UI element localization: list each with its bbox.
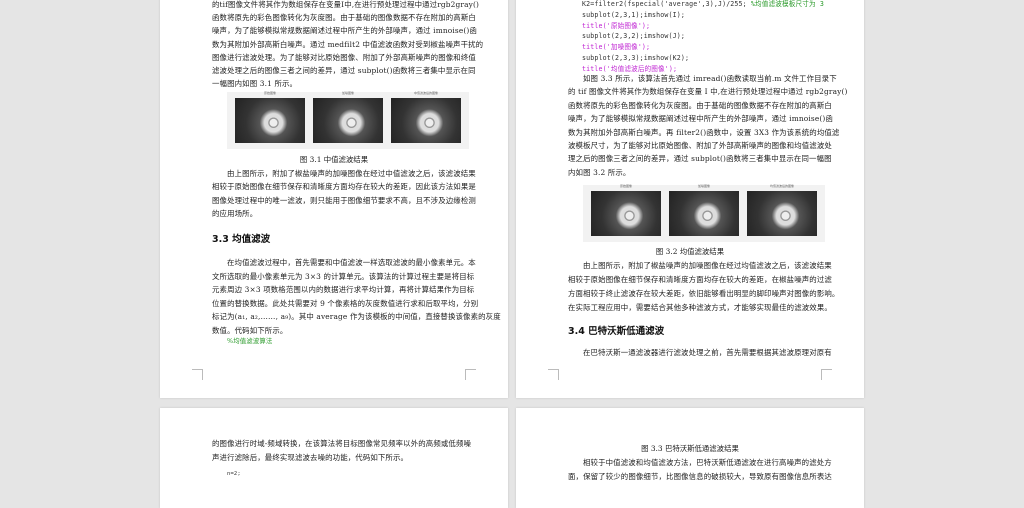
margin-corner-mark xyxy=(821,369,832,380)
margin-corner-mark xyxy=(548,369,559,380)
text-line: 图像进行滤波处理。为了能够对比原始图像、附加了外部高斯噪声的图像和终值 xyxy=(212,52,476,62)
code-line: K2=filter2(fspecial('average',3),J)/255;… xyxy=(582,0,824,10)
code-comment: %均值滤波算法 xyxy=(227,337,273,345)
image-title: 中值滤波后的图像 xyxy=(413,90,438,95)
image-title: 原始图像 xyxy=(619,183,632,188)
code-comment: %均值滤波模板尺寸为 3 xyxy=(750,0,824,8)
code-line: subplot(2,3,3);imshow(K2); xyxy=(582,54,690,62)
figure-caption: 图 3.1 中值滤波结果 xyxy=(299,155,369,164)
text-line: 相较于原始图像在细节保存和清晰度方面均存在较大的差距，在椒盐噪声的过滤 xyxy=(568,275,832,284)
figure-image-strip: 原始图像 加噪图像 均值滤波后的图像 xyxy=(583,184,825,242)
document-page-4[interactable]: 图 3.3 巴特沃斯低通滤波结果相较于中值滤波和均值滤波方法，巴特沃斯低通滤波在… xyxy=(516,408,864,508)
code-line: subplot(2,3,1);imshow(I); xyxy=(582,10,685,19)
text-line: 位置的替换数据。此处共需要对 9 个像素格的灰度数值进行求和后取平均，分别 xyxy=(212,298,479,308)
text-line: 噪声，为了能够模拟常规数据阐述过程中所产生的外部噪声，通过 imnoise()函 xyxy=(212,26,477,36)
text-line: 数为其附加外部高斯白噪声。通过 medfilt2 中值滤波函数对受到椒盐噪声干扰… xyxy=(212,39,484,49)
image-title: 均值滤波后的图像 xyxy=(769,183,794,188)
text-line: 的图像进行时域-频域转换，在该算法将目标图像常见频率以外的高频或低频噪 xyxy=(212,439,472,448)
text-line: 方面相较于终止滤波存在较大差距，依旧能够看出明显的脚印噪声对图像的影响。 xyxy=(568,289,840,298)
margin-corner-mark xyxy=(192,369,203,380)
code-line: subplot(2,3,2);imshow(J); xyxy=(582,32,685,41)
text-line: 一幅图内如图 3.1 所示。 xyxy=(212,79,298,89)
figure-caption: 图 3.2 均值滤波结果 xyxy=(655,247,725,256)
code-text: K2=filter2(fspecial('average',3),J)/255; xyxy=(582,0,751,8)
text-line: 如图 3.3 所示，该算法首先通过 imread()函数读取当前.m 文件工作目… xyxy=(583,74,837,83)
text-line: 在巴特沃斯一通滤波器进行滤波处理之前，首先需要根据其滤波原理对原有 xyxy=(583,348,832,357)
text-line: 在均值滤波过程中，首先需要和中值滤波一样选取滤波的最小像素单元。本 xyxy=(227,258,476,267)
margin-corner-mark xyxy=(558,416,568,426)
text-line: 的 tif 图像文件将其作为数组保存在变量 I 中,在进行预处理过程中通过 rg… xyxy=(568,87,848,97)
code-line: title('原始图像'); xyxy=(582,21,651,30)
document-page-2[interactable]: K2=filter2(fspecial('average',3),J)/255;… xyxy=(516,0,864,398)
image-title: 加噪图像 xyxy=(341,90,354,95)
text-line: 由上图所示，附加了椒盐噪声的加噪图像在经过中值滤波之后，该滤波结果 xyxy=(227,169,476,178)
text-line: 函数将原先的彩色图像转化为灰度图。由于基础的图像数据不存在附加的高斯白 xyxy=(212,13,476,23)
text-line: 元素周边 3×3 项数格范围以内的数据进行求平均计算，再将计算结果作为目标 xyxy=(212,285,475,295)
text-line: 文所选取的最小像素单元为 3×3 的计算单元。该算法的计算过程主要是将目标 xyxy=(212,271,475,281)
document-page-1[interactable]: 的tif图像文件将其作为数组保存在变量I中,在进行预处理过程中通过rgb2gra… xyxy=(160,0,508,398)
text-line: 相较于中值滤波和均值滤波方法，巴特沃斯低通滤波在进行高噪声的滤处方 xyxy=(583,458,832,467)
figure-image-strip: 原始图像 加噪图像 中值滤波后的图像 xyxy=(227,91,469,149)
text-line: 图像处理过程中的唯一滤波，则只能用于图像细节要求不高，且不涉及边缘检测 xyxy=(212,195,476,205)
text-line: 声进行滤除后，最终实现滤波去噪的功能，代码如下所示。 xyxy=(212,452,409,462)
code-line: n=2; xyxy=(227,471,241,477)
text-line: 数为其附加外部高斯白噪声。再 filter2()函数中，设置 3X3 作为该系统… xyxy=(568,127,840,137)
text-line: 函数将原先的彩色图像转化为灰度图。由于基础的图像数据不存在附加的高斯白 xyxy=(568,100,832,110)
document-page-3[interactable]: 的图像进行时域-频域转换，在该算法将目标图像常见频率以外的高频或低频噪 声进行滤除… xyxy=(160,408,508,508)
text-line: 理之后的图像三者之间的差异，通过 subplot()函数将三者集中显示在同一幅图 xyxy=(568,154,832,164)
text-line: 标记为(a₁, a₂,……, a₉)。其中 average 作为该模板的中间值，… xyxy=(212,312,501,322)
text-line: 的应用场所。 xyxy=(212,209,258,219)
section-heading: 3.4 巴特沃斯低通滤波 xyxy=(568,326,665,337)
text-line: 相较于原始图像在细节保存和清晰度方面均存在较大的差距，因此该方法如果是 xyxy=(212,182,476,192)
image-title: 加噪图像 xyxy=(697,183,710,188)
text-line: 滤波处理之后的图像三者之间的差异，通过 subplot()函数将三者集中显示在同 xyxy=(212,66,476,75)
daisy-image: 原始图像 xyxy=(590,184,662,237)
text-line: 噪声，为了能够模拟常规数据阐述过程中所产生的外部噪声，通过 imnoise()函 xyxy=(568,114,833,124)
text-line: 面，保留了较少的图像细节，比图像信息的破损较大，导致原有图像信息所表达 xyxy=(568,472,832,481)
daisy-image: 均值滤波后的图像 xyxy=(746,184,818,237)
margin-corner-mark xyxy=(465,369,476,380)
daisy-image: 原始图像 xyxy=(234,91,306,144)
text-line: 在实际工程应用中，需要结合其他多种滤波方式，才能够实现最佳的滤波效果。 xyxy=(568,303,832,312)
daisy-image: 中值滤波后的图像 xyxy=(390,91,462,144)
margin-corner-mark xyxy=(466,416,476,426)
margin-corner-mark xyxy=(202,416,212,426)
text-line: 由上图所示，附加了椒盐噪声的加噪图像在经过均值滤波之后，该滤波结果 xyxy=(583,261,832,270)
image-title: 原始图像 xyxy=(263,90,276,95)
code-line: title('加噪图像'); xyxy=(582,43,651,52)
daisy-image: 加噪图像 xyxy=(312,91,384,144)
text-line: 的tif图像文件将其作为数组保存在变量I中,在进行预处理过程中通过rgb2gra… xyxy=(212,0,480,9)
daisy-image: 加噪图像 xyxy=(668,184,740,237)
text-line: 内如图 3.2 所示。 xyxy=(568,167,631,177)
section-heading: 3.3 均值滤波 xyxy=(212,234,271,245)
margin-corner-mark xyxy=(822,416,832,426)
figure-caption: 图 3.3 巴特沃斯低通滤波结果 xyxy=(641,444,739,453)
text-line: 波模板尺寸，为了能够对比原始图像、附加了外部高斯噪声的图像和均值滤波处 xyxy=(568,141,832,150)
